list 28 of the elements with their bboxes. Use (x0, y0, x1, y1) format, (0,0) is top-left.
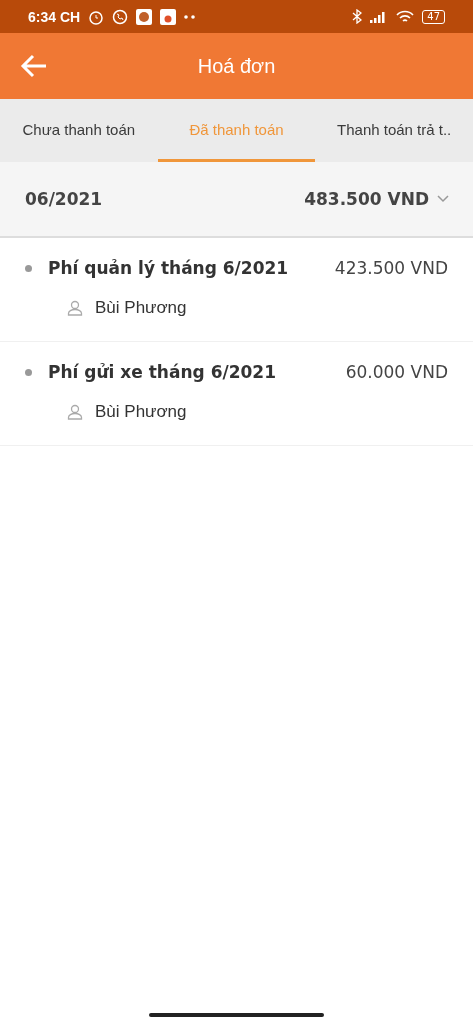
tab[interactable]: Thanh toán trả t.. (315, 99, 473, 162)
person-icon (67, 404, 83, 420)
phone-bubble-icon (112, 8, 129, 25)
person-icon (67, 300, 83, 316)
total-amount: 483.500 VND (304, 189, 429, 209)
invoice-title: Phí quản lý tháng 6/2021 (48, 258, 289, 278)
invoice-title: Phí gửi xe tháng 6/2021 (48, 362, 276, 382)
page-title: Hoá đơn (197, 54, 276, 78)
person-name: Bùi Phương (95, 298, 187, 318)
invoice-item[interactable]: Phí quản lý tháng 6/2021 423.500 VND Bùi Phương (0, 238, 473, 342)
app-icon (160, 8, 177, 25)
more-dots-icon (184, 14, 197, 19)
person-name: Bùi Phương (95, 402, 187, 422)
status-time: 6:34 CH (28, 8, 81, 25)
invoice-amount: 60.000 VND (345, 362, 448, 382)
back-button[interactable] (20, 53, 48, 79)
month-group-header[interactable]: 06/2021 483.500 VND (0, 162, 473, 238)
app-icon (136, 8, 153, 25)
invoice-item[interactable]: Phí gửi xe tháng 6/2021 60.000 VND Bùi Phương (0, 342, 473, 446)
tab[interactable]: Chưa thanh toán (0, 99, 158, 162)
bullet-icon (25, 264, 32, 272)
invoice-amount: 423.500 VND (334, 258, 448, 278)
battery-indicator: 47 (422, 9, 445, 24)
period: 06/2021 (25, 189, 103, 209)
bluetooth-icon (352, 9, 363, 24)
wifi-icon (396, 9, 415, 24)
bullet-icon (25, 368, 32, 376)
alarm-icon (88, 8, 105, 25)
